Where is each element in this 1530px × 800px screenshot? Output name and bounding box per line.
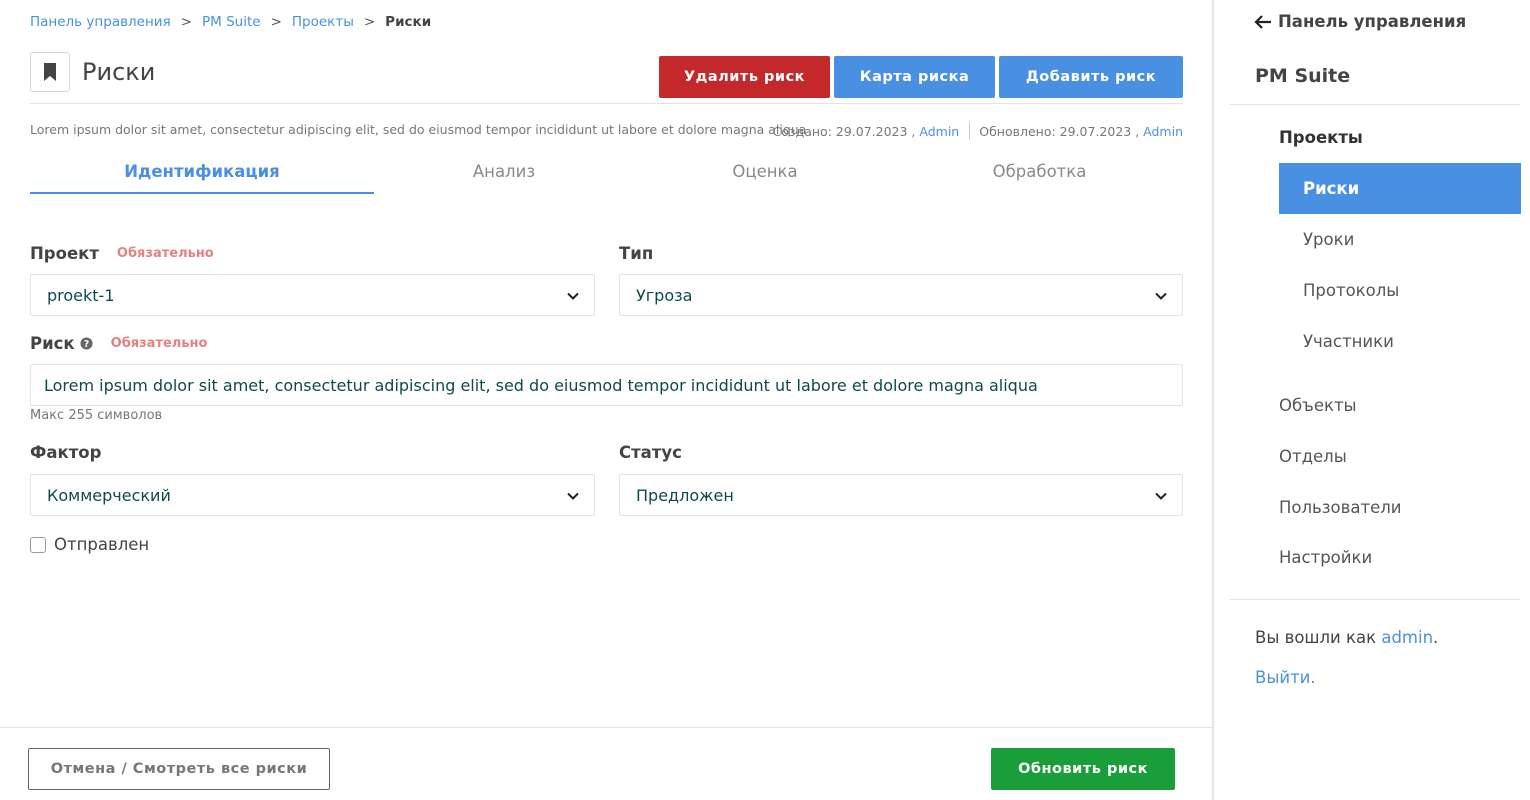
project-select[interactable]: proekt-1 xyxy=(30,274,595,316)
risk-required-badge: Обязательно xyxy=(110,336,208,351)
sidebar-divider xyxy=(1230,104,1520,105)
risk-hint: Макс 255 символов xyxy=(30,408,163,423)
tab-treatment[interactable]: Обработка xyxy=(896,158,1183,194)
project-required-badge: Обязательно xyxy=(116,246,214,261)
cancel-button[interactable]: Отмена / Смотреть все риски xyxy=(28,748,330,790)
sent-checkbox[interactable] xyxy=(30,536,46,553)
svg-text:?: ? xyxy=(83,339,88,350)
status-select[interactable]: Предложен xyxy=(619,474,1183,516)
project-label: Проект Обязательно xyxy=(30,244,214,263)
sidebar-item-participants[interactable]: Участники xyxy=(1279,316,1521,367)
tabs: Идентификация Анализ Оценка Обработка xyxy=(30,158,1183,194)
form-footer: Отмена / Смотреть все риски Обновить рис… xyxy=(0,727,1212,800)
delete-risk-button[interactable]: Удалить риск xyxy=(659,56,830,98)
login-user-link[interactable]: admin xyxy=(1381,628,1433,647)
tab-identification[interactable]: Идентификация xyxy=(30,158,374,194)
sidebar-item-projects[interactable]: Проекты xyxy=(1279,128,1363,147)
sidebar-divider xyxy=(1230,599,1520,600)
sidebar-back-label: Панель управления xyxy=(1278,12,1467,31)
sidebar-suite-title: PM Suite xyxy=(1255,65,1351,87)
breadcrumb-separator: > xyxy=(270,14,282,30)
update-risk-button[interactable]: Обновить риск xyxy=(991,748,1175,790)
factor-label-text: Фактор xyxy=(30,443,102,462)
factor-select[interactable]: Коммерческий xyxy=(30,474,595,516)
project-label-text: Проект xyxy=(30,244,99,263)
add-risk-button[interactable]: Добавить риск xyxy=(999,56,1183,98)
updated-label: Обновлено: 29.07.2023 , xyxy=(979,123,1140,139)
tab-analysis[interactable]: Анализ xyxy=(374,158,634,194)
page-header: Риски Удалить риск Карта риска Добавить … xyxy=(30,52,1183,98)
sidebar-item-departments[interactable]: Отделы xyxy=(1279,447,1347,466)
risk-map-button[interactable]: Карта риска xyxy=(834,56,995,98)
status-label-text: Статус xyxy=(619,443,682,462)
type-select[interactable]: Угроза xyxy=(619,274,1183,316)
status-label: Статус xyxy=(619,443,682,462)
sidebar-item-protocols[interactable]: Протоколы xyxy=(1279,265,1521,316)
factor-select-value: Коммерческий xyxy=(47,485,171,505)
login-suffix: . xyxy=(1433,628,1439,647)
sidebar-item-lessons[interactable]: Уроки xyxy=(1279,214,1521,265)
header-divider xyxy=(30,103,1183,104)
sidebar: Панель управления PM Suite Проекты Риски… xyxy=(1212,0,1530,800)
sidebar-item-risks[interactable]: Риски xyxy=(1279,163,1521,214)
sidebar-item-users[interactable]: Пользователи xyxy=(1279,498,1402,517)
factor-label: Фактор xyxy=(30,443,101,462)
risk-label: Риск ? Обязательно xyxy=(30,334,207,353)
project-select-value: proekt-1 xyxy=(47,285,115,305)
type-select-value: Угроза xyxy=(636,285,693,305)
created-by-link[interactable]: Admin xyxy=(919,124,959,139)
sent-checkbox-label: Отправлен xyxy=(54,535,150,554)
breadcrumb-current: Риски xyxy=(385,14,432,30)
breadcrumb: Панель управления > PM Suite > Проекты >… xyxy=(30,14,431,30)
updated-by-link[interactable]: Admin xyxy=(1143,124,1183,139)
breadcrumb-projects[interactable]: Проекты xyxy=(292,14,354,30)
risk-input[interactable]: Lorem ipsum dolor sit amet, consectetur … xyxy=(30,364,1183,406)
sent-checkbox-row[interactable]: Отправлен xyxy=(30,535,149,554)
chevron-down-icon xyxy=(567,492,579,500)
chevron-down-icon xyxy=(567,292,579,300)
chevron-down-icon xyxy=(1155,492,1167,500)
type-label-text: Тип xyxy=(619,244,654,263)
login-info: Вы вошли как admin. xyxy=(1255,628,1438,647)
arrow-left-icon xyxy=(1254,14,1272,30)
main-content: Панель управления > PM Suite > Проекты >… xyxy=(0,0,1212,800)
logout-link[interactable]: Выйти. xyxy=(1255,668,1316,687)
status-select-value: Предложен xyxy=(636,485,734,505)
tab-assessment[interactable]: Оценка xyxy=(634,158,896,194)
sidebar-item-settings[interactable]: Настройки xyxy=(1279,548,1372,567)
risk-label-text: Риск xyxy=(30,334,75,353)
login-prefix: Вы вошли как xyxy=(1255,628,1377,647)
risk-description: Lorem ipsum dolor sit amet, consectetur … xyxy=(30,122,807,137)
meta-info: Создано: 29.07.2023 , Admin Обновлено: 2… xyxy=(773,122,1183,140)
page-title: Риски xyxy=(82,58,156,86)
sidebar-item-objects[interactable]: Объекты xyxy=(1279,396,1357,415)
help-icon[interactable]: ? xyxy=(80,337,93,350)
meta-divider xyxy=(969,122,971,140)
breadcrumb-dashboard[interactable]: Панель управления xyxy=(30,14,171,30)
type-label: Тип xyxy=(619,244,653,263)
risk-input-value: Lorem ipsum dolor sit amet, consectetur … xyxy=(44,375,1038,395)
breadcrumb-separator: > xyxy=(363,14,376,30)
breadcrumb-pm-suite[interactable]: PM Suite xyxy=(202,14,261,30)
created-label: Создано: 29.07.2023 , xyxy=(772,123,916,139)
sidebar-back-link[interactable]: Панель управления xyxy=(1254,12,1466,31)
breadcrumb-separator: > xyxy=(180,14,193,30)
bookmark-icon xyxy=(30,52,70,92)
chevron-down-icon xyxy=(1155,292,1167,300)
